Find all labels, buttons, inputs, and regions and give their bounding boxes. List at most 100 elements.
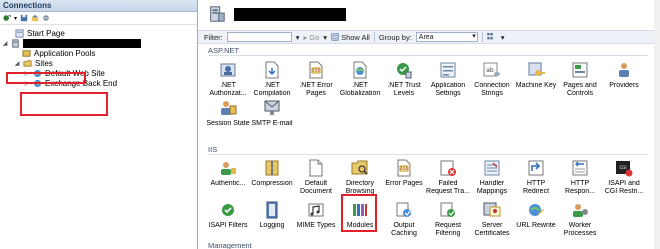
server-certificates-icon — [483, 202, 501, 217]
feature-server-certificates[interactable]: Server Certificates — [470, 200, 514, 238]
show-all-button[interactable]: Show All — [331, 33, 370, 42]
feature-url-rewrite[interactable]: URL Rewrite — [514, 200, 558, 230]
feature-label: .NET — [264, 82, 280, 89]
filter-input[interactable] — [226, 32, 292, 42]
svg-text:404: 404 — [400, 166, 408, 171]
disconnect-icon[interactable] — [42, 14, 50, 22]
highlight-modules — [341, 194, 377, 232]
feature-label: Output — [393, 222, 415, 229]
feature-isapi-filters[interactable]: ISAPI Filters — [206, 200, 250, 230]
directory-browsing-icon — [351, 160, 368, 175]
go-button[interactable]: ▸ Go — [304, 33, 320, 42]
feature-error-pages[interactable]: 404 Error Pages — [382, 158, 426, 188]
feature-request-filtering[interactable]: Request Filtering — [426, 200, 470, 238]
collapse-icon[interactable]: ◢ — [2, 40, 8, 47]
net-error-pages-icon: 404 — [309, 61, 323, 79]
feature-label: Default — [304, 180, 328, 187]
features-pane: Filter: ▾ ▸ Go ▾ Show All Group by: Area… — [198, 0, 660, 249]
feature-output-caching[interactable]: Output Caching — [382, 200, 426, 238]
application-settings-icon — [440, 62, 456, 78]
handler-mappings-icon — [484, 160, 500, 176]
feature-label: Session State — [206, 120, 250, 127]
feature-label: Filtering — [435, 230, 461, 237]
feature-label: Compilation — [253, 90, 291, 97]
server-icon — [210, 6, 225, 22]
url-rewrite-icon — [529, 204, 544, 216]
feature-providers[interactable]: Providers — [602, 60, 646, 90]
up-level-icon[interactable] — [31, 14, 39, 22]
feature-label: Authentic... — [210, 180, 246, 187]
feature-net-globalization[interactable]: .NET Globalization — [338, 60, 382, 98]
feature-label: .NET — [220, 82, 236, 89]
dropdown-arrow-icon[interactable]: ▾ — [323, 33, 327, 42]
feature-net-error-pages[interactable]: 404 .NET Error Pages — [294, 60, 338, 98]
http-redirect-icon — [528, 160, 544, 176]
feature-default-document[interactable]: Default Document — [294, 158, 338, 196]
collapse-icon[interactable]: ◢ — [14, 60, 20, 67]
redacted-server-name — [23, 38, 141, 48]
connect-icon[interactable] — [3, 14, 11, 22]
feature-label: Logging — [259, 222, 285, 229]
feature-label: Server — [481, 222, 503, 229]
tree-label: Start Page — [27, 28, 65, 38]
tree-item-start-page[interactable]: Start Page — [6, 28, 65, 38]
feature-net-trust-levels[interactable]: .NET Trust Levels — [382, 60, 426, 98]
feature-label: Mappings — [476, 188, 508, 195]
feature-label: .NET Error — [299, 82, 333, 89]
feature-failed-request-tracing[interactable]: Failed Request Tra... — [426, 158, 470, 196]
redacted-page-title — [234, 7, 346, 21]
feature-mime-types[interactable]: MIME Types — [294, 200, 338, 230]
feature-net-compilation[interactable]: .NET Compilation — [250, 60, 294, 98]
save-icon[interactable] — [20, 14, 28, 22]
feature-label: Providers — [609, 82, 639, 89]
feature-label: Levels — [393, 90, 415, 97]
tree-item-application-pools[interactable]: Application Pools — [22, 48, 95, 58]
feature-machine-key[interactable]: Machine Key — [514, 60, 558, 90]
feature-smtp-email[interactable]: SMTP E-mail — [250, 98, 294, 128]
server-icon — [12, 38, 19, 48]
divider — [373, 32, 375, 42]
feature-http-redirect[interactable]: HTTP Redirect — [514, 158, 558, 196]
feature-label: Redirect — [522, 188, 550, 195]
filter-bar: Filter: ▾ ▸ Go ▾ Show All Group by: Area… — [198, 30, 660, 44]
go-icon: ▸ — [303, 32, 308, 42]
feature-label: Document — [300, 188, 332, 195]
feature-label: CGI Restri... — [604, 188, 644, 195]
feature-label: Failed — [438, 180, 458, 187]
feature-application-settings[interactable]: Application Settings — [426, 60, 470, 98]
feature-authentication[interactable]: Authentic... — [206, 158, 250, 188]
scrollbar[interactable] — [654, 0, 660, 249]
isapi-cgi-restrictions-icon: CGI — [616, 161, 633, 177]
feature-pages-and-controls[interactable]: Pages and Controls — [558, 60, 602, 98]
feature-session-state[interactable]: Session State — [206, 98, 250, 128]
feature-http-response-headers[interactable]: HTTP Respon... — [558, 158, 602, 196]
feature-connection-strings[interactable]: ab Connection Strings — [470, 60, 514, 98]
feature-handler-mappings[interactable]: Handler Mappings — [470, 158, 514, 196]
default-document-icon — [309, 159, 323, 177]
feature-label: Request — [434, 222, 462, 229]
feature-label: .NET — [352, 82, 368, 89]
feature-label: Controls — [566, 90, 594, 97]
feature-directory-browsing[interactable]: Directory Browsing — [338, 158, 382, 196]
dropdown-arrow-icon[interactable]: ▾ — [14, 15, 17, 22]
feature-label: .NET Trust — [387, 82, 421, 89]
view-icon[interactable] — [486, 33, 497, 41]
feature-net-authorization[interactable]: .NET Authorizat... — [206, 60, 250, 98]
dropdown-arrow-icon[interactable]: ▾ — [296, 33, 300, 42]
go-label: Go — [309, 32, 320, 42]
machine-key-icon — [528, 62, 545, 76]
tree-item-server[interactable]: ◢ — [2, 38, 141, 48]
feature-label: Strings — [481, 90, 503, 97]
connections-title: Connections — [0, 0, 197, 12]
feature-label: Error Pages — [385, 180, 423, 187]
group-by-select[interactable]: Area — [415, 32, 478, 42]
feature-worker-processes[interactable]: Worker Processes — [558, 200, 602, 238]
dropdown-arrow-icon[interactable]: ▾ — [501, 33, 505, 42]
feature-logging[interactable]: Logging — [250, 200, 294, 230]
feature-label: HTTP — [570, 180, 590, 187]
feature-compression[interactable]: Compression — [250, 158, 294, 188]
tree-item-sites[interactable]: ◢ Sites — [14, 58, 53, 68]
feature-isapi-cgi-restrictions[interactable]: CGI ISAPI and CGI Restri... — [602, 158, 646, 196]
svg-text:ab: ab — [486, 67, 494, 74]
section-aspnet: ASP.NET — [208, 46, 240, 55]
